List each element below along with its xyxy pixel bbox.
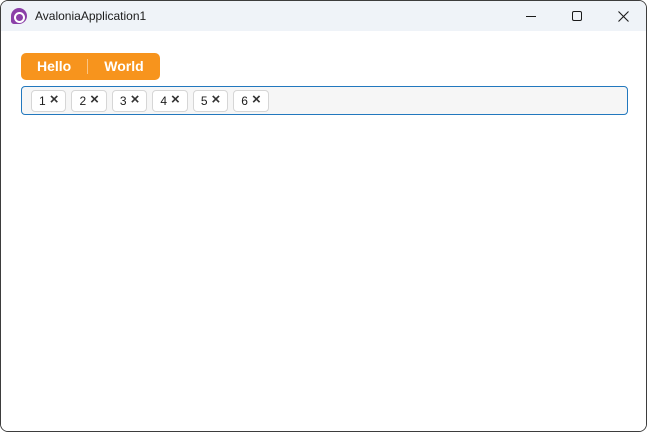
minimize-button[interactable] (508, 1, 554, 31)
chip: 1 × (31, 89, 67, 112)
close-icon (617, 10, 629, 22)
chip-label: 6 (241, 93, 248, 108)
chip-remove-button[interactable]: × (50, 92, 59, 107)
hello-button[interactable]: Hello (21, 53, 87, 80)
chip-label: 2 (79, 93, 87, 108)
chip: 6 × (233, 89, 269, 112)
chip-remove-button[interactable]: × (252, 92, 261, 107)
window-title: AvaloniaApplication1 (35, 9, 147, 23)
maximize-icon (572, 11, 582, 21)
chip-label: 1 (39, 93, 46, 108)
world-button[interactable]: World (88, 53, 159, 80)
hello-world-split-button: Hello World (21, 53, 160, 80)
window-titlebar[interactable]: AvaloniaApplication1 (1, 1, 646, 31)
close-button[interactable] (600, 1, 646, 31)
chip-remove-button[interactable]: × (131, 92, 140, 107)
window-content: Hello World 1 × 2 × 3 × 4 × 5 × 6 × (1, 31, 646, 431)
chip-remove-button[interactable]: × (171, 92, 180, 107)
maximize-button[interactable] (554, 1, 600, 31)
chip: 3 × (111, 89, 148, 112)
chip-label: 5 (200, 93, 208, 108)
tag-input[interactable]: 1 × 2 × 3 × 4 × 5 × 6 × (21, 86, 628, 115)
chip: 4 × (152, 89, 188, 112)
minimize-icon (526, 11, 536, 21)
chip: 5 × (192, 89, 229, 112)
chip-remove-button[interactable]: × (90, 92, 99, 107)
chip-label: 4 (160, 93, 168, 108)
avalonia-logo-icon (11, 8, 27, 24)
chip-label: 3 (119, 93, 127, 108)
chip-remove-button[interactable]: × (212, 92, 221, 107)
chip: 2 × (71, 89, 107, 112)
window-controls (508, 1, 646, 31)
app-window: AvaloniaApplication1 Hello World 1 × 2 ×… (0, 0, 647, 432)
